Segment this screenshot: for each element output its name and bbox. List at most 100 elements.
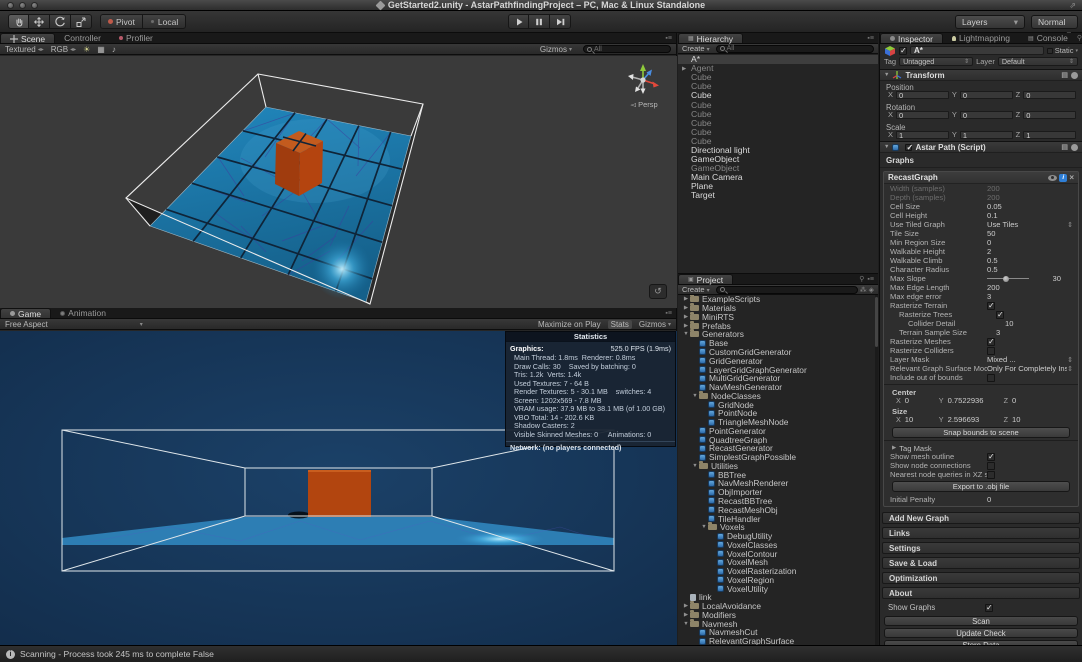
- dropdown-arrow-icon[interactable]: ⇕: [1067, 365, 1073, 373]
- panel-menu-icon[interactable]: ▪≡: [665, 310, 672, 317]
- vector-value[interactable]: 0: [905, 396, 935, 405]
- value-walkable-climb[interactable]: 0.5: [987, 256, 1073, 265]
- project-item-customgridgenerator[interactable]: CustomGridGenerator: [678, 348, 875, 357]
- snap-bounds-button[interactable]: Snap bounds to scene: [892, 427, 1070, 438]
- slider-thumb[interactable]: [1003, 276, 1009, 282]
- aspect-dropdown[interactable]: Free Aspect▾: [5, 320, 143, 329]
- fullscreen-icon[interactable]: ⇗: [1069, 1, 1076, 10]
- game-gizmos-dropdown[interactable]: Gizmos▾: [639, 320, 671, 329]
- project-item-generators[interactable]: ▼Generators: [678, 330, 875, 339]
- value-collider-detail[interactable]: 10: [1005, 319, 1073, 328]
- initial-penalty-value[interactable]: 0: [987, 495, 991, 504]
- scene-view-control-icon[interactable]: ↺: [649, 284, 667, 299]
- foldout-arrow-icon[interactable]: ▼: [691, 393, 699, 399]
- project-item-recastmeshobj[interactable]: RecastMeshObj: [678, 505, 875, 514]
- section-save-load[interactable]: Save & Load: [882, 557, 1080, 569]
- pause-button[interactable]: [529, 14, 550, 29]
- astar-component-header[interactable]: ▼ Astar Path (Script) ▤: [880, 141, 1082, 153]
- position-x-field[interactable]: 0: [896, 91, 949, 99]
- show-graphs-checkbox[interactable]: [985, 604, 993, 612]
- hand-tool-button[interactable]: [8, 14, 29, 29]
- panel-menu-icon[interactable]: ▪≡: [867, 35, 874, 42]
- checkbox-rasterize-meshes[interactable]: [987, 338, 995, 346]
- project-item-simplestgraphpossible[interactable]: SimplestGraphPossible: [678, 453, 875, 462]
- step-button[interactable]: [550, 14, 571, 29]
- value-character-radius[interactable]: 0.5: [987, 265, 1073, 274]
- foldout-arrow-icon[interactable]: ▼: [682, 621, 690, 627]
- checkbox-rasterize-trees[interactable]: [996, 311, 1004, 319]
- eye-icon[interactable]: [1048, 175, 1057, 181]
- tag-dropdown[interactable]: Untagged⇕: [899, 57, 973, 66]
- scale-z-field[interactable]: 1: [1023, 131, 1076, 139]
- tab-hierarchy[interactable]: ▦Hierarchy: [678, 33, 743, 43]
- gear-icon[interactable]: [1071, 72, 1078, 79]
- skybox-toggle-icon[interactable]: ▦: [97, 45, 105, 54]
- checkbox-rasterize-colliders[interactable]: [987, 347, 995, 355]
- foldout-arrow-icon[interactable]: ▼: [700, 524, 708, 530]
- static-checkbox[interactable]: [1047, 48, 1053, 54]
- create-dropdown[interactable]: Create ▾: [682, 44, 710, 53]
- project-search-input[interactable]: [716, 286, 858, 294]
- maximize-on-play-button[interactable]: Maximize on Play: [538, 320, 601, 329]
- foldout-arrow-icon[interactable]: ▶: [682, 66, 691, 72]
- dropdown-arrow-icon[interactable]: ⇕: [1067, 356, 1073, 364]
- info-icon[interactable]: i: [1059, 174, 1067, 182]
- perspective-label[interactable]: ◅ Persp: [621, 100, 667, 109]
- lighting-toggle-icon[interactable]: ☀: [83, 45, 90, 54]
- layout-dropdown[interactable]: Normal▾: [1031, 15, 1078, 29]
- transform-component-header[interactable]: ▼ Transform ▤: [880, 69, 1082, 81]
- scan-button[interactable]: Scan: [884, 616, 1078, 626]
- create-dropdown[interactable]: Create ▾: [682, 285, 710, 294]
- project-scrollbar[interactable]: [875, 295, 878, 645]
- dropdown-arrow-icon[interactable]: ⇕: [1067, 221, 1073, 229]
- value-cell-height[interactable]: 0.1: [987, 211, 1073, 220]
- pivot-toggle-button[interactable]: Pivot: [100, 14, 143, 29]
- project-layout-icon[interactable]: ⁂: [860, 286, 867, 294]
- book-icon[interactable]: ▤: [1061, 71, 1068, 79]
- scale-tool-button[interactable]: [71, 14, 92, 29]
- rotation-y-field[interactable]: 0: [960, 111, 1013, 119]
- section-links[interactable]: Links: [882, 527, 1080, 539]
- vector-value[interactable]: 0.7522936: [948, 396, 1000, 405]
- position-y-field[interactable]: 0: [960, 91, 1013, 99]
- dropdown-use-tiled-graph[interactable]: Use Tiles: [987, 220, 1067, 229]
- game-viewport[interactable]: Statistics Graphics: 525.0 FPS (1.9ms) M…: [0, 331, 677, 645]
- foldout-arrow-icon[interactable]: ▼: [691, 463, 699, 469]
- section-optimization[interactable]: Optimization: [882, 572, 1080, 584]
- recast-graph-header[interactable]: RecastGraph i ×: [884, 172, 1078, 184]
- project-item-voxels[interactable]: ▼Voxels: [678, 523, 875, 532]
- project-item-voxelcontour[interactable]: VoxelContour: [678, 549, 875, 558]
- value-tile-size[interactable]: 50: [987, 229, 1073, 238]
- scale-y-field[interactable]: 1: [960, 131, 1013, 139]
- vector-value[interactable]: 2.596693: [948, 415, 1000, 424]
- static-dropdown[interactable]: Static▾: [1047, 46, 1078, 55]
- tab-console[interactable]: ▤Console: [1019, 33, 1077, 43]
- tab-profiler[interactable]: Profiler: [110, 33, 162, 43]
- update-check-button[interactable]: Update Check: [884, 628, 1078, 638]
- checkbox-show-node-connections[interactable]: [987, 462, 995, 470]
- vector-value[interactable]: 0: [1012, 396, 1016, 405]
- foldout-arrow-icon[interactable]: ▶: [682, 603, 690, 609]
- tab-scene[interactable]: Scene: [0, 33, 55, 43]
- stats-toggle-button[interactable]: Stats: [608, 320, 632, 329]
- delete-graph-icon[interactable]: ×: [1069, 173, 1074, 182]
- foldout-arrow-icon[interactable]: ▶: [682, 296, 690, 302]
- tab-project[interactable]: ▣Project: [678, 274, 733, 284]
- scene-viewport[interactable]: ◅ Persp ↺: [0, 56, 677, 308]
- vector-value[interactable]: 10: [905, 415, 935, 424]
- rotation-z-field[interactable]: 0: [1023, 111, 1076, 119]
- object-name-field[interactable]: A*: [910, 46, 1044, 55]
- scrollbar-thumb[interactable]: [875, 297, 878, 347]
- dropdown-relevant-graph-surface-mode[interactable]: Only For Completely Insic: [987, 364, 1067, 373]
- section-about[interactable]: About: [882, 587, 1080, 599]
- panel-menu-icon[interactable]: ▪≡: [665, 35, 672, 42]
- gear-icon[interactable]: [1071, 144, 1078, 151]
- component-enabled-checkbox[interactable]: [905, 144, 912, 151]
- tab-inspector[interactable]: Inspector: [880, 33, 943, 43]
- foldout-arrow-icon[interactable]: ▼: [884, 144, 889, 150]
- checkbox-nearest-node-queries-in-xz-sp[interactable]: [987, 471, 995, 479]
- render-channel-dropdown[interactable]: RGB◂▸: [51, 45, 76, 54]
- project-item-voxelrasterization[interactable]: VoxelRasterization: [678, 567, 875, 576]
- local-toggle-button[interactable]: Local: [143, 14, 186, 29]
- rotation-x-field[interactable]: 0: [896, 111, 949, 119]
